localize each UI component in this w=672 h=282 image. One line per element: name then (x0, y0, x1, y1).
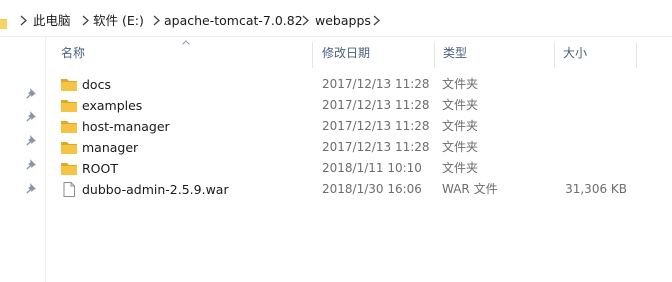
file-date: 2018/1/11 10:10 (322, 161, 422, 175)
address-bar[interactable]: 此电脑 软件 (E:) apache-tomcat-7.0.82 webapps (0, 0, 672, 37)
pin-icon[interactable] (25, 110, 37, 122)
folder-icon (61, 163, 77, 175)
breadcrumb-item-webapps[interactable]: webapps (315, 14, 371, 28)
folder-icon (61, 100, 77, 112)
list-item-examples[interactable]: examples 2017/12/13 11:28 文件夹 (55, 95, 635, 116)
breadcrumb-item-tomcat[interactable]: apache-tomcat-7.0.82 (164, 14, 303, 28)
file-name[interactable]: dubbo-admin-2.5.9.war (82, 179, 229, 200)
navigation-pane (0, 37, 46, 282)
pin-icon[interactable] (25, 134, 37, 146)
list-item-dubbo-admin-war[interactable]: dubbo-admin-2.5.9.war 2018/1/30 16:06 WA… (55, 179, 635, 200)
file-date: 2017/12/13 11:28 (322, 98, 430, 112)
pin-icon[interactable] (25, 158, 37, 170)
breadcrumb-item-this-pc[interactable]: 此电脑 (33, 14, 71, 28)
file-type: 文件夹 (442, 161, 479, 175)
breadcrumb-item-drive-e[interactable]: 软件 (E:) (93, 14, 144, 28)
chevron-right-icon[interactable] (372, 15, 381, 26)
pin-icon[interactable] (25, 87, 37, 99)
chevron-right-icon[interactable] (81, 15, 90, 26)
column-divider[interactable] (636, 42, 637, 68)
list-item-root[interactable]: ROOT 2018/1/11 10:10 文件夹 (55, 158, 635, 179)
file-type: 文件夹 (442, 77, 479, 91)
file-name[interactable]: host-manager (82, 116, 170, 137)
file-size: 31,306 KB (565, 182, 627, 196)
file-type: 文件夹 (442, 140, 479, 154)
file-date: 2017/12/13 11:28 (322, 77, 430, 91)
chevron-right-icon[interactable] (152, 15, 161, 26)
file-date: 2017/12/13 11:28 (322, 140, 430, 154)
file-icon (63, 182, 75, 197)
file-type: 文件夹 (442, 119, 479, 133)
file-date: 2018/1/30 16:06 (322, 182, 422, 196)
file-name[interactable]: docs (82, 74, 111, 95)
chevron-right-icon[interactable] (301, 15, 310, 26)
file-name[interactable]: examples (82, 95, 142, 116)
list-item-manager[interactable]: manager 2017/12/13 11:28 文件夹 (55, 137, 635, 158)
list-item-docs[interactable]: docs 2017/12/13 11:28 文件夹 (55, 74, 635, 95)
file-name[interactable]: ROOT (82, 158, 118, 179)
list-item-host-manager[interactable]: host-manager 2017/12/13 11:28 文件夹 (55, 116, 635, 137)
pin-icon[interactable] (25, 182, 37, 194)
column-header-type[interactable]: 类型 (428, 37, 552, 70)
column-header-date[interactable]: 修改日期 (307, 37, 431, 70)
folder-icon (0, 19, 7, 29)
file-name[interactable]: manager (82, 137, 138, 158)
column-header-name[interactable]: 名称 (46, 37, 312, 70)
file-type: WAR 文件 (442, 182, 498, 196)
folder-icon (61, 79, 77, 91)
folder-icon (61, 142, 77, 154)
file-date: 2017/12/13 11:28 (322, 119, 430, 133)
chevron-right-icon[interactable] (19, 15, 28, 26)
file-type: 文件夹 (442, 98, 479, 112)
column-header-size[interactable]: 大小 (548, 37, 628, 70)
folder-icon (61, 121, 77, 133)
